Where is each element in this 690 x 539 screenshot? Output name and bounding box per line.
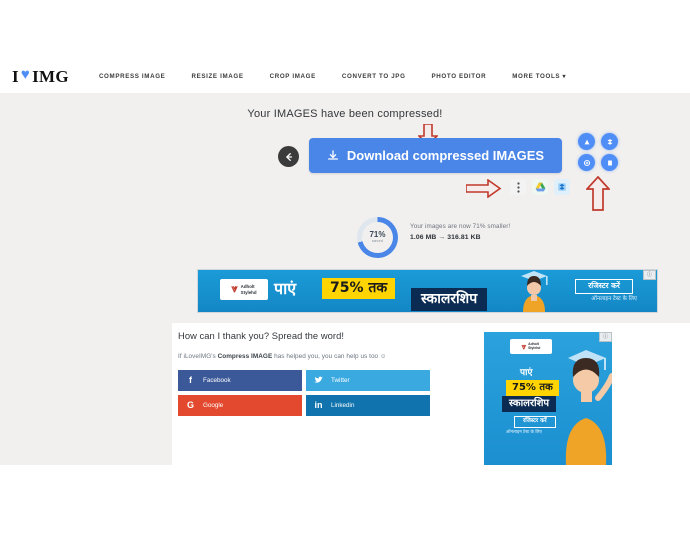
download-compressed-images-button[interactable]: Download compressed IMAGES xyxy=(309,138,562,173)
brand-name: Adholt Stylehd xyxy=(240,284,257,295)
sidebar-advertisement[interactable]: ⓘ ⩔ Adholt Stylehd पाएं 75% तक स्कालरशिप… xyxy=(484,332,612,465)
download-icon xyxy=(327,149,338,160)
ad-text-highlight: 75% तक xyxy=(322,278,396,299)
social-row-1: f Facebook Twitter xyxy=(178,370,430,391)
drive-logo-icon xyxy=(535,182,545,192)
thanks-subtitle: If iLoveIMG's Compress IMAGE has helped … xyxy=(178,353,434,360)
sidebar-ad-text-scholarship: स्कालरशिप xyxy=(502,396,557,412)
sidebar-brand-name: Adholt Stylehd xyxy=(528,341,541,350)
sidebar-ad-register-subtext: ऑनलाइन टेस्ट के लिए xyxy=(506,430,542,435)
dropbox-upload-icon[interactable] xyxy=(601,133,618,150)
sidebar-ad-choices-icon[interactable]: ⓘ xyxy=(599,332,612,342)
sidebar-ad-text-primary: पाएं xyxy=(520,368,533,378)
more-options-icon[interactable] xyxy=(510,179,526,195)
twitter-label: Twitter xyxy=(331,377,350,384)
thanks-sub-bold: Compress IMAGE xyxy=(217,353,273,360)
top-white-strip xyxy=(0,0,690,60)
sidebar-ad-brand-logo: ⩔ Adholt Stylehd xyxy=(510,339,552,354)
drive-triangle-icon xyxy=(584,139,589,144)
dropbox-icon[interactable] xyxy=(554,179,570,195)
site-header: I ♥ IMG COMPRESS IMAGE RESIZE IMAGE CROP… xyxy=(0,60,690,94)
thanks-sub-pre: If iLoveIMG's xyxy=(178,353,218,360)
stats-text: Your images are now 71% smaller! 1.06 MB… xyxy=(410,223,510,241)
ad-text-primary: पाएं xyxy=(274,279,297,298)
sidebar-ad-student-illustration xyxy=(565,350,612,465)
share-link-icon[interactable] xyxy=(578,154,595,171)
ad-student-illustration xyxy=(521,271,548,312)
page-title: Your IMAGES have been compressed! xyxy=(247,108,443,120)
google-label: Google xyxy=(203,402,224,409)
nav-resize-image[interactable]: RESIZE IMAGE xyxy=(191,73,243,80)
share-linkedin-button[interactable]: in Linkedin xyxy=(306,395,430,416)
heart-icon: ♥ xyxy=(20,67,31,83)
donut-hole: 71% saved xyxy=(362,222,393,253)
thanks-sub-post: has helped you, you can help us too ☺ xyxy=(272,353,387,360)
nav-more-tools[interactable]: MORE TOOLS ▾ xyxy=(512,73,566,80)
savings-label: saved xyxy=(371,239,384,244)
savings-percent: 71% xyxy=(369,230,386,240)
brand-mark-icon: ⩔ xyxy=(231,283,238,295)
ad-register-subtext: ऑनलाइन टेस्ट के लिए xyxy=(591,296,637,302)
compression-stats: 71% saved Your images are now 71% smalle… xyxy=(357,217,587,261)
document-glyph-icon xyxy=(607,159,612,166)
twitter-icon xyxy=(314,376,323,386)
share-twitter-button[interactable]: Twitter xyxy=(306,370,430,391)
stats-summary-line: Your images are now 71% smaller! xyxy=(410,223,511,230)
social-row-2: G Google in Linkedin xyxy=(178,395,430,416)
red-right-arrow xyxy=(466,179,502,198)
share-google-button[interactable]: G Google xyxy=(178,395,302,416)
ad-text-scholarship: स्कालरशिप xyxy=(411,288,488,311)
file-action-icons xyxy=(510,179,570,197)
linkedin-icon: in xyxy=(314,400,323,410)
logo-text-post: IMG xyxy=(32,66,69,86)
ilovimg-logo[interactable]: I ♥ IMG xyxy=(12,67,69,87)
nav-crop-image[interactable]: CROP IMAGE xyxy=(270,73,316,80)
google-icon: G xyxy=(186,400,194,410)
sidebar-brand-mark-icon: ⩔ xyxy=(521,341,527,351)
page-root: I ♥ IMG COMPRESS IMAGE RESIZE IMAGE CROP… xyxy=(0,0,690,539)
logo-text-pre: I xyxy=(12,66,19,86)
link-glyph-icon xyxy=(583,159,590,166)
left-grey-panel xyxy=(0,323,172,465)
vertical-dots-icon xyxy=(516,181,520,193)
download-row: Download compressed IMAGES xyxy=(278,138,618,174)
nav-compress-image[interactable]: COMPRESS IMAGE xyxy=(99,73,166,80)
thanks-section: How can I thank you? Spread the word! If… xyxy=(178,330,434,360)
ad-register-button[interactable]: रजिस्टर करें xyxy=(575,279,633,294)
dropbox-box-icon xyxy=(607,138,612,145)
thanks-title: How can I thank you? Spread the word! xyxy=(178,330,345,341)
back-button[interactable] xyxy=(278,146,299,167)
social-share-buttons: f Facebook Twitter G Google in Linkedin xyxy=(178,370,430,420)
google-drive-icon[interactable] xyxy=(532,179,548,195)
cloud-action-grid xyxy=(578,133,620,173)
facebook-label: Facebook xyxy=(203,377,231,384)
linkedin-label: Linkedin xyxy=(331,402,355,409)
share-facebook-button[interactable]: f Facebook xyxy=(178,370,302,391)
ad-brand-logo: ⩔ Adholt Stylehd xyxy=(220,279,268,300)
red-up-arrow xyxy=(586,176,610,211)
download-button-label: Download compressed IMAGES xyxy=(346,148,545,163)
nav-photo-editor[interactable]: PHOTO EDITOR xyxy=(432,73,487,80)
ad-choices-icon[interactable]: ⓘ xyxy=(643,270,656,280)
sidebar-ad-text-highlight: 75% तक xyxy=(506,380,559,396)
sidebar-ad-register-button[interactable]: रजिस्टर करें xyxy=(514,416,556,428)
main-navigation: COMPRESS IMAGE RESIZE IMAGE CROP IMAGE C… xyxy=(99,73,592,80)
savings-donut-chart: 71% saved xyxy=(357,217,398,258)
banner-advertisement[interactable]: ⓘ ⩔ Adholt Stylehd पाएं 75% तक स्कालरशिप… xyxy=(197,269,658,313)
dropbox-logo-icon xyxy=(558,183,566,191)
nav-convert-to-jpg[interactable]: CONVERT TO JPG xyxy=(342,73,406,80)
stats-size-line: 1.06 MB → 316.81 KB xyxy=(410,234,481,241)
facebook-icon: f xyxy=(189,375,192,385)
delete-file-icon[interactable] xyxy=(601,154,618,171)
arrow-left-icon xyxy=(285,152,292,161)
google-drive-upload-icon[interactable] xyxy=(578,133,595,150)
